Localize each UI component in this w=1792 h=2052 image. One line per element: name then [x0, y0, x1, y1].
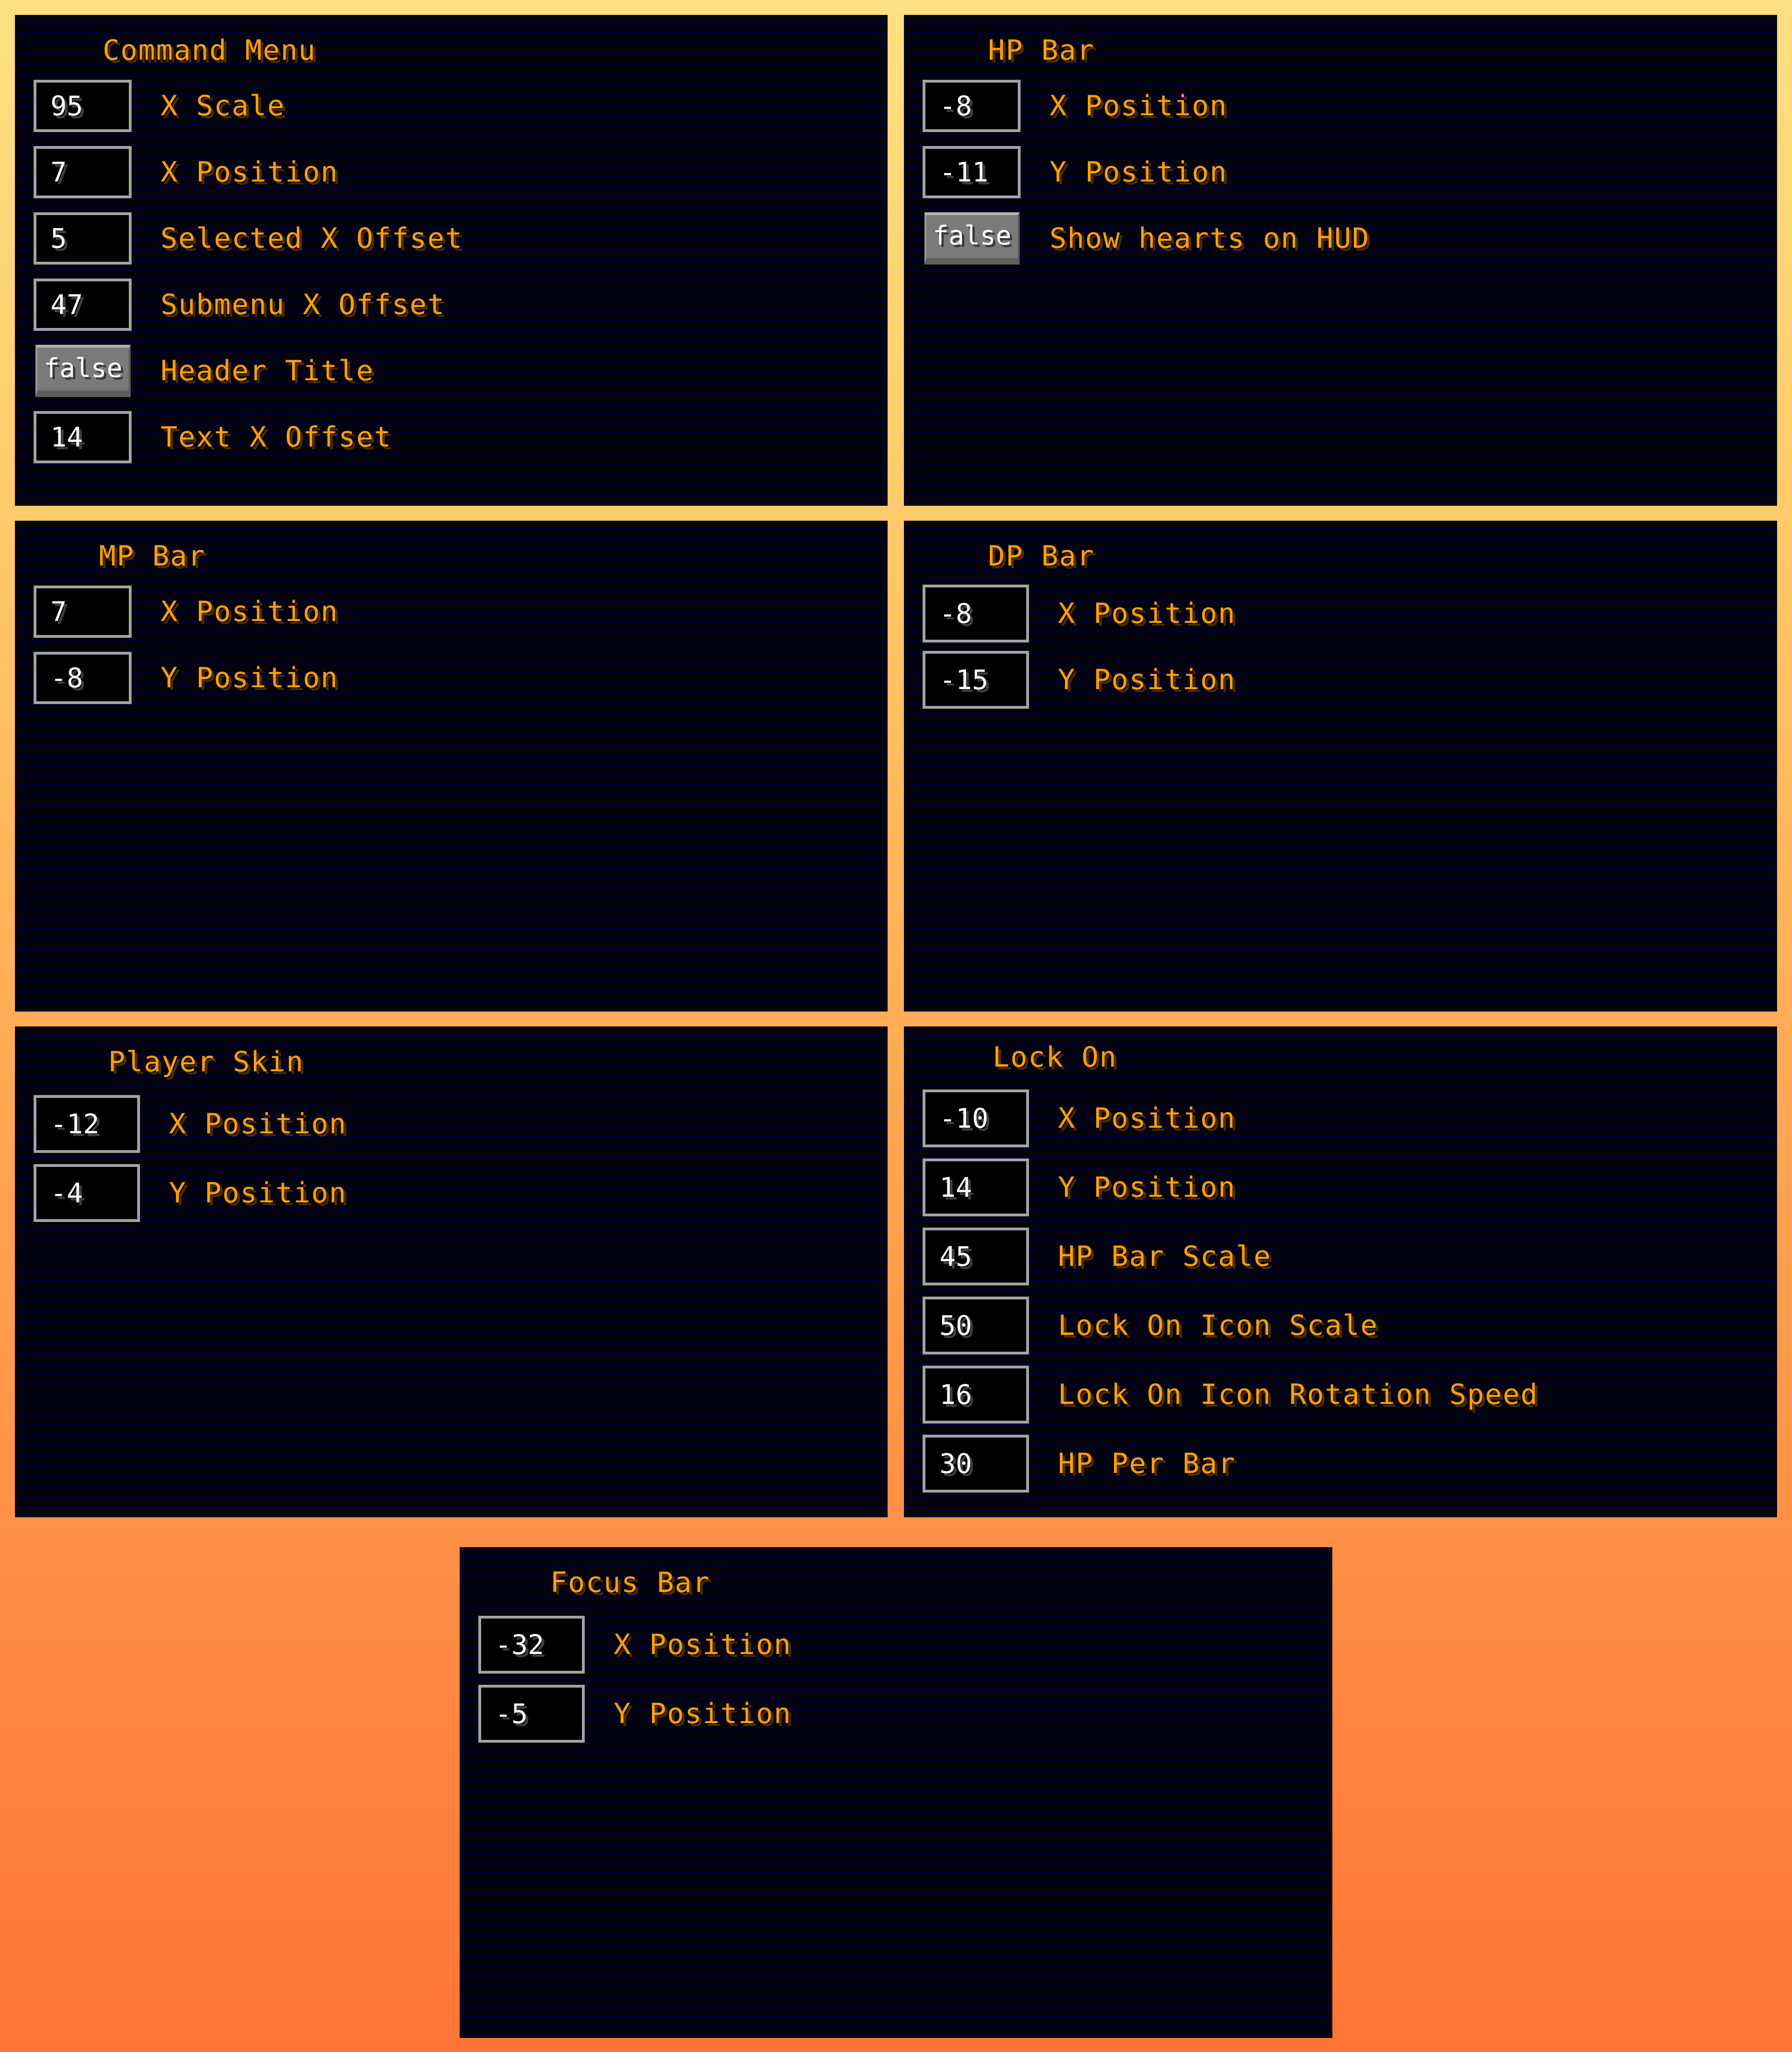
- setting-label: X Scale: [161, 90, 285, 122]
- panel-title: Player Skin: [108, 1046, 304, 1078]
- panel-title: Lock On: [993, 1041, 1117, 1074]
- setting-row-y-position: Y Position: [923, 142, 1370, 202]
- panel-title: Focus Bar: [550, 1566, 711, 1599]
- y-position-input[interactable]: [34, 652, 132, 704]
- lock-on-icon-rotation-speed-input[interactable]: [923, 1366, 1029, 1424]
- hp-bar-panel: HP Bar X Position Y Position false Show …: [904, 15, 1777, 506]
- setting-label: Text X Offset: [161, 421, 392, 454]
- setting-label: X Position: [614, 1628, 792, 1661]
- setting-row-y-position: Y Position: [923, 649, 1236, 710]
- y-position-input[interactable]: [923, 651, 1029, 709]
- x-position-input[interactable]: [923, 585, 1029, 642]
- setting-label: Lock On Icon Scale: [1058, 1309, 1379, 1342]
- mp-bar-panel: MP Bar X Position Y Position: [15, 521, 888, 1012]
- focus-bar-panel: Focus Bar X Position Y Position: [460, 1547, 1332, 2038]
- setting-row-y-position: Y Position: [478, 1682, 791, 1746]
- setting-row-x-scale: X Scale: [34, 76, 463, 136]
- command-menu-panel: Command Menu X Scale X Position Selected…: [15, 15, 888, 506]
- x-position-input[interactable]: [34, 586, 132, 638]
- setting-label: Submenu X Offset: [161, 288, 445, 321]
- setting-label: Y Position: [1050, 156, 1228, 188]
- setting-row-y-position: Y Position: [34, 1161, 347, 1225]
- y-position-input[interactable]: [34, 1164, 140, 1222]
- header-title-toggle-button[interactable]: false: [35, 345, 131, 397]
- setting-label: Show hearts on HUD: [1050, 222, 1370, 255]
- setting-row-show-hearts: false Show hearts on HUD: [923, 208, 1370, 269]
- settings-list: X Scale X Position Selected X Offset Sub…: [34, 76, 463, 473]
- setting-row-x-position: X Position: [923, 76, 1370, 136]
- selected-x-offset-input[interactable]: [34, 212, 132, 265]
- setting-row-x-position: X Position: [34, 581, 338, 642]
- setting-label: X Position: [1058, 597, 1236, 630]
- dp-bar-panel: DP Bar X Position Y Position: [904, 521, 1777, 1012]
- setting-row-hp-bar-scale: HP Bar Scale: [923, 1224, 1538, 1289]
- settings-list: X Position Y Position: [34, 1092, 347, 1230]
- x-position-input[interactable]: [923, 80, 1021, 132]
- setting-row-text-x-offset: Text X Offset: [34, 407, 463, 468]
- setting-row-y-position: Y Position: [923, 1155, 1538, 1220]
- setting-row-submenu-x-offset: Submenu X Offset: [34, 274, 463, 335]
- setting-label: X Position: [169, 1108, 347, 1140]
- x-position-input[interactable]: [34, 146, 132, 198]
- player-skin-panel: Player Skin X Position Y Position: [15, 1026, 888, 1517]
- setting-row-x-position: X Position: [34, 142, 463, 202]
- setting-label: Y Position: [1058, 663, 1236, 696]
- lock-on-panel: Lock On X Position Y Position HP Bar Sca…: [904, 1026, 1777, 1517]
- x-position-input[interactable]: [34, 1095, 140, 1153]
- setting-label: X Position: [161, 595, 339, 628]
- settings-list: X Position Y Position: [923, 583, 1236, 716]
- setting-label: X Position: [161, 156, 339, 188]
- y-position-input[interactable]: [923, 146, 1021, 198]
- settings-list: X Position Y Position false Show hearts …: [923, 76, 1370, 274]
- settings-list: X Position Y Position HP Bar Scale Lock …: [923, 1086, 1538, 1501]
- setting-label: Y Position: [161, 662, 339, 694]
- setting-label: Y Position: [614, 1697, 792, 1730]
- x-position-input[interactable]: [923, 1089, 1029, 1147]
- setting-label: HP Per Bar: [1058, 1447, 1236, 1480]
- y-position-input[interactable]: [478, 1685, 585, 1743]
- x-scale-input[interactable]: [34, 80, 132, 132]
- setting-label: X Position: [1050, 90, 1228, 122]
- settings-list: X Position Y Position: [34, 581, 338, 714]
- setting-row-y-position: Y Position: [34, 648, 338, 708]
- panel-title: HP Bar: [988, 34, 1095, 67]
- lock-on-icon-scale-input[interactable]: [923, 1297, 1029, 1354]
- setting-label: Y Position: [169, 1177, 347, 1209]
- setting-row-x-position: X Position: [923, 1086, 1538, 1151]
- hp-per-bar-input[interactable]: [923, 1435, 1029, 1493]
- panel-title: MP Bar: [99, 540, 206, 572]
- setting-row-x-position: X Position: [34, 1092, 347, 1156]
- setting-row-lock-on-icon-rotation-speed: Lock On Icon Rotation Speed: [923, 1362, 1538, 1427]
- x-position-input[interactable]: [478, 1616, 585, 1674]
- setting-label: Selected X Offset: [161, 222, 463, 255]
- setting-row-lock-on-icon-scale: Lock On Icon Scale: [923, 1293, 1538, 1358]
- setting-label: Lock On Icon Rotation Speed: [1058, 1378, 1539, 1411]
- setting-row-hp-per-bar: HP Per Bar: [923, 1431, 1538, 1496]
- setting-row-x-position: X Position: [478, 1612, 791, 1677]
- text-x-offset-input[interactable]: [34, 411, 132, 463]
- panel-title: DP Bar: [988, 540, 1095, 572]
- panel-title: Command Menu: [103, 34, 316, 67]
- setting-label: X Position: [1058, 1102, 1236, 1135]
- y-position-input[interactable]: [923, 1159, 1029, 1216]
- settings-list: X Position Y Position: [478, 1612, 791, 1751]
- submenu-x-offset-input[interactable]: [34, 279, 132, 331]
- setting-row-x-position: X Position: [923, 583, 1236, 644]
- setting-row-header-title: false Header Title: [34, 341, 463, 401]
- setting-label: Y Position: [1058, 1171, 1236, 1204]
- show-hearts-toggle-button[interactable]: false: [924, 212, 1020, 265]
- setting-label: Header Title: [161, 355, 374, 387]
- setting-label: HP Bar Scale: [1058, 1240, 1272, 1273]
- setting-row-selected-x-offset: Selected X Offset: [34, 208, 463, 269]
- hp-bar-scale-input[interactable]: [923, 1228, 1029, 1285]
